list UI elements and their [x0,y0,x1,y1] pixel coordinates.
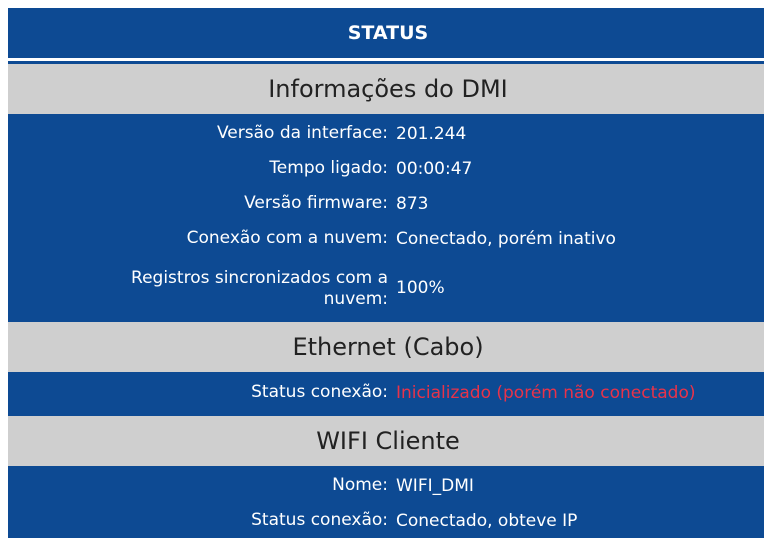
info-value: Conectado, obteve IP [396,510,578,531]
section-heading-wifi: WIFI Cliente [8,416,764,466]
section-body-ethernet: Status conexão: Inicializado (porém não … [8,372,764,416]
info-value: WIFI_DMI [396,475,474,496]
section-heading-ethernet: Ethernet (Cabo) [8,322,764,372]
info-row-ethernet-status: Status conexão: Inicializado (porém não … [8,375,764,410]
section-body-dmi: Versão da interface: 201.244 Tempo ligad… [8,114,764,322]
status-value-alert: Inicializado (porém não conectado) [396,382,696,403]
page-title: STATUS [8,8,764,61]
info-label: Registros sincronizados com a nuvem: [131,268,388,309]
info-label: Tempo ligado: [269,158,388,178]
info-label: Status conexão: [251,510,388,530]
info-row-firmware-version: Versão firmware: 873 [8,186,764,221]
status-panel: STATUS Informações do DMI Versão da inte… [8,8,764,538]
info-value: 100% [396,278,445,298]
section-body-wifi: Nome: WIFI_DMI Status conexão: Conectado… [8,466,764,538]
info-label: Versão firmware: [244,193,388,213]
info-value: 00:00:47 [396,158,473,179]
info-row-uptime: Tempo ligado: 00:00:47 [8,151,764,186]
info-row-interface-version: Versão da interface: 201.244 [8,116,764,151]
info-value: 873 [396,193,429,214]
status-page: STATUS Informações do DMI Versão da inte… [0,0,764,556]
info-label: Conexão com a nuvem: [186,228,388,248]
info-label: Nome: [332,475,388,495]
info-row-cloud-connection: Conexão com a nuvem: Conectado, porém in… [8,221,764,256]
section-heading-dmi: Informações do DMI [8,64,764,114]
info-row-wifi-name: Nome: WIFI_DMI [8,468,764,503]
info-row-cloud-sync: Registros sincronizados com a nuvem: 100… [8,256,764,320]
info-label: Status conexão: [251,382,388,402]
info-value: Conectado, porém inativo [396,228,616,249]
info-value: 201.244 [396,123,467,144]
info-label: Versão da interface: [217,123,388,143]
info-row-wifi-status: Status conexão: Conectado, obteve IP [8,503,764,538]
